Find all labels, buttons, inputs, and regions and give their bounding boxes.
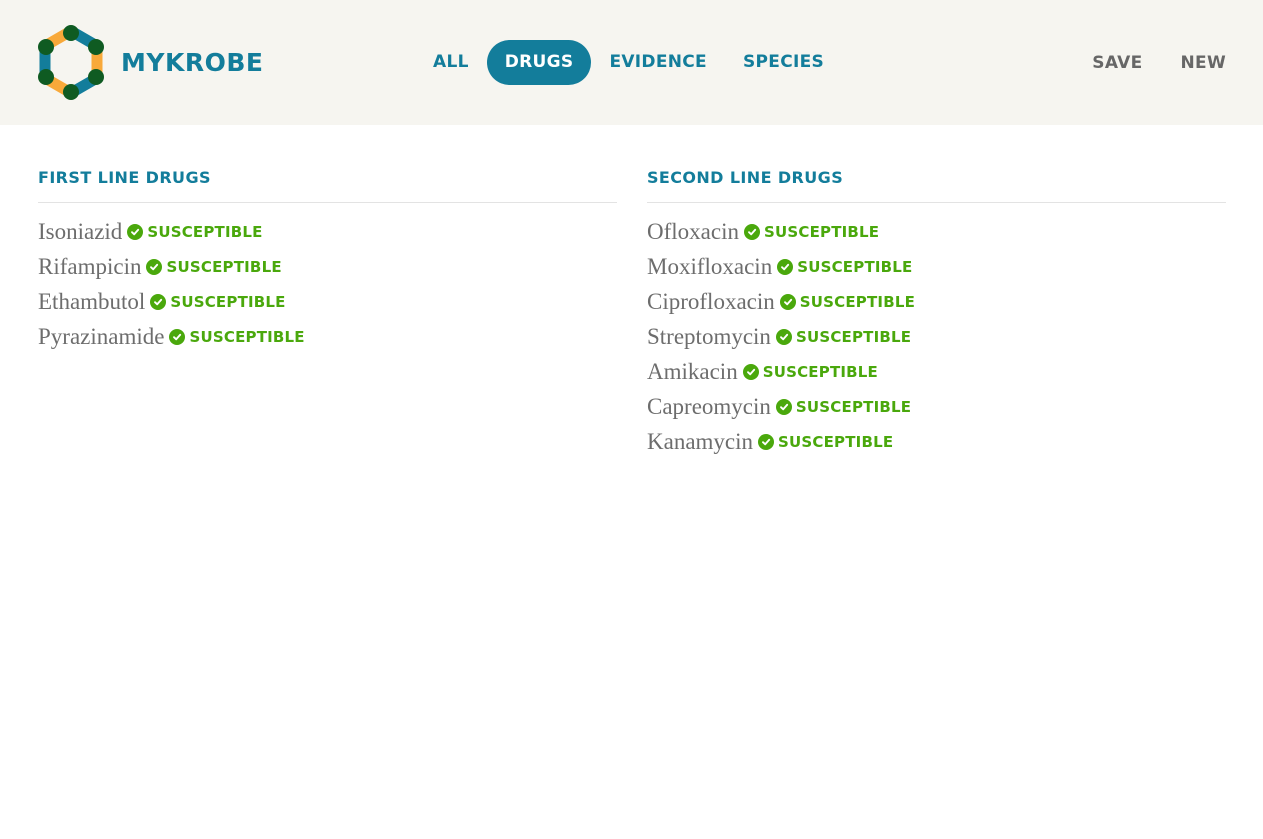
drug-row: Ofloxacin SUSCEPTIBLE [647,214,1226,249]
first-line-drugs-section: FIRST LINE DRUGS Isoniazid SUSCEPTIBLE Rif… [38,165,617,354]
check-circle-icon [779,293,796,310]
check-circle-icon [777,258,794,275]
save-button[interactable]: SAVE [1092,53,1142,73]
check-circle-icon [150,293,167,310]
status-label: SUSCEPTIBLE [799,292,916,311]
tab-species[interactable]: SPECIES [725,40,842,85]
drug-row: Amikacin SUSCEPTIBLE [647,354,1226,389]
check-circle-icon [743,223,760,240]
main-nav: ALL DRUGS EVIDENCE SPECIES [415,40,842,85]
status-badge: SUSCEPTIBLE [146,257,282,276]
top-bar: MYKROBE ALL DRUGS EVIDENCE SPECIES SAVE … [0,0,1263,125]
hexagon-logo-icon [37,24,105,101]
status-label: SUSCEPTIBLE [147,222,263,241]
status-badge: SUSCEPTIBLE [742,362,878,381]
check-circle-icon [169,328,186,345]
second-line-drugs-section: SECOND LINE DRUGS Ofloxacin SUSCEPTIBLE Mo… [647,165,1226,459]
drug-name: Ofloxacin [647,218,739,244]
status-label: SUSCEPTIBLE [170,292,286,311]
drug-name: Rifampicin [38,253,142,279]
status-label: SUSCEPTIBLE [795,397,912,416]
drug-name: Capreomycin [647,393,771,419]
status-label: SUSCEPTIBLE [795,327,912,346]
check-circle-icon [775,328,792,345]
drug-name: Kanamycin [647,428,754,454]
drug-name: Streptomycin [647,323,771,349]
check-circle-icon [146,258,163,275]
drug-row: Streptomycin SUSCEPTIBLE [647,319,1226,354]
status-badge: SUSCEPTIBLE [127,223,262,241]
drug-row: Moxifloxacin SUSCEPTIBLE [647,249,1226,284]
status-label: SUSCEPTIBLE [778,432,894,451]
drug-list: Isoniazid SUSCEPTIBLE Rifampicin SUSCEPTIBL… [38,203,617,354]
tab-evidence[interactable]: EVIDENCE [591,40,725,85]
section-title: FIRST LINE DRUGS [38,165,617,203]
status-label: SUSCEPTIBLE [166,257,282,276]
drug-row: Ethambutol SUSCEPTIBLE [38,284,617,319]
drug-name: Moxifloxacin [647,253,773,279]
drug-list: Ofloxacin SUSCEPTIBLE Moxifloxacin SUSCEPTI… [647,203,1226,459]
drug-row: Capreomycin SUSCEPTIBLE [647,389,1226,424]
status-label: SUSCEPTIBLE [189,327,305,346]
check-circle-icon [127,223,144,240]
drug-row: Ciprofloxacin SUSCEPTIBLE [647,284,1226,319]
status-badge: SUSCEPTIBLE [169,327,305,346]
status-badge: SUSCEPTIBLE [775,397,912,416]
logo-link[interactable]: MYKROBE [37,24,264,101]
drug-name: Ciprofloxacin [647,288,775,314]
brand-name: MYKROBE [121,48,264,77]
status-badge: SUSCEPTIBLE [150,293,285,311]
drug-row: Isoniazid SUSCEPTIBLE [38,214,617,249]
tab-all[interactable]: ALL [415,40,487,85]
status-badge: SUSCEPTIBLE [743,222,880,241]
drug-name: Ethambutol [38,288,146,314]
drug-row: Rifampicin SUSCEPTIBLE [38,249,617,284]
check-circle-icon [758,433,775,450]
new-button[interactable]: NEW [1181,53,1227,73]
status-badge: SUSCEPTIBLE [758,433,893,451]
status-badge: SUSCEPTIBLE [777,258,912,276]
drug-row: Pyrazinamide SUSCEPTIBLE [38,319,617,354]
status-badge: SUSCEPTIBLE [775,327,912,346]
status-label: SUSCEPTIBLE [762,362,878,381]
check-circle-icon [742,363,759,380]
drug-name: Isoniazid [38,218,123,244]
status-label: SUSCEPTIBLE [763,222,880,241]
drug-name: Pyrazinamide [38,323,165,349]
check-circle-icon [775,398,792,415]
tab-drugs[interactable]: DRUGS [486,40,592,85]
status-label: SUSCEPTIBLE [797,257,913,276]
drug-name: Amikacin [647,358,738,384]
header-actions: SAVE NEW [1054,40,1226,85]
section-title: SECOND LINE DRUGS [647,165,1226,203]
status-badge: SUSCEPTIBLE [779,292,916,311]
drug-row: Kanamycin SUSCEPTIBLE [647,424,1226,459]
